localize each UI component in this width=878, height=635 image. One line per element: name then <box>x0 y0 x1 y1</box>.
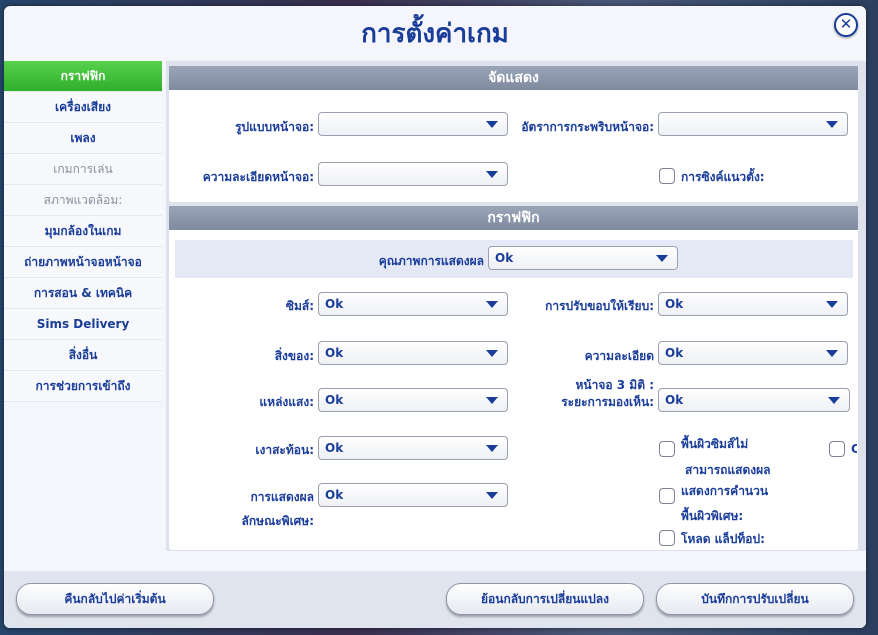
chevron-down-icon <box>486 492 498 499</box>
view-distance-label-2: ระยะการมองเห็น: <box>561 395 654 409</box>
sims-dropdown[interactable]: Ok <box>318 292 508 316</box>
laptop-checkbox[interactable] <box>659 530 675 546</box>
sims-value: Ok <box>325 297 344 311</box>
save-changes-button[interactable]: บันทึกการปรับเปลี่ยน <box>656 583 854 615</box>
reflections-dropdown[interactable]: Ok <box>318 436 508 460</box>
sidebar-item-gameplay: เกมการเล่น <box>4 154 162 185</box>
graphics-panel: กราฟฟิก คุณภาพการแสดงผล Ok ซิมส์: Ok สิ่… <box>169 206 858 550</box>
close-icon[interactable]: ✕ <box>834 13 858 37</box>
objects-value: Ok <box>325 346 344 360</box>
chevron-down-icon <box>656 255 668 262</box>
footer-bar: คืนกลับไปค่าเริ่มต้น ย้อนกลับการเปลี่ยนแ… <box>4 571 866 628</box>
objects-label: สิ่งของ: <box>274 349 314 363</box>
sidebar: กราฟฟิก เครื่องเสียง เพลง เกมการเล่น สภา… <box>4 61 162 551</box>
chevron-down-icon <box>486 445 498 452</box>
extra-checkbox-label: C <box>851 442 857 456</box>
chevron-down-icon <box>826 350 838 357</box>
sims-label: ซิมส์: <box>285 299 314 313</box>
chevron-down-icon <box>826 121 838 128</box>
chevron-down-icon <box>486 121 498 128</box>
vsync-label: การซิงค์แนวตั้ง: <box>681 170 765 184</box>
reflections-label: เงาสะท้อน: <box>255 443 314 457</box>
sim-surface-label-2: สามารถแสดงผล <box>685 463 771 477</box>
calc-label-1: แสดงการคำนวน <box>681 484 769 498</box>
laptop-label: โหลด แล็ปท็อป: <box>681 532 765 546</box>
objects-dropdown[interactable]: Ok <box>318 341 508 365</box>
calc-checkbox[interactable] <box>659 488 675 504</box>
chevron-down-icon <box>486 350 498 357</box>
sidebar-item-environment: สภาพแวดล้อม: <box>4 185 162 216</box>
lighting-label: แหล่งแสง: <box>259 395 314 409</box>
effects-label: การแสดงผล <box>250 490 314 504</box>
view-distance-label-1: หน้าจอ 3 มิติ : <box>575 378 654 392</box>
lighting-value: Ok <box>325 393 344 407</box>
quality-label: คุณภาพการแสดงผล <box>378 254 484 268</box>
resolution-label: ความละเอียดหน้าจอ: <box>202 170 314 184</box>
sidebar-item-audio[interactable]: เครื่องเสียง <box>4 92 162 123</box>
quality-value: Ok <box>495 251 514 265</box>
game-options-dialog: การตั้งค่าเกม ✕ กราฟฟิก เครื่องเสียง เพล… <box>4 6 866 628</box>
calc-label-2: พื้นผิวพิเศษ: <box>681 509 744 523</box>
chevron-down-icon <box>486 171 498 178</box>
reflections-value: Ok <box>325 441 344 455</box>
reset-defaults-button[interactable]: คืนกลับไปค่าเริ่มต้น <box>16 583 214 615</box>
resolution-dropdown[interactable] <box>318 162 508 186</box>
detail-value: Ok <box>665 346 684 360</box>
effects-label-2: ลักษณะพิเศษ: <box>241 514 314 528</box>
sidebar-item-graphics[interactable]: กราฟฟิก <box>4 61 162 92</box>
refresh-rate-label: อัตราการกระพริบหน้าจอ: <box>521 120 654 134</box>
sidebar-item-tutorial[interactable]: การสอน & เทคนิค <box>4 278 162 309</box>
sidebar-item-accessibility[interactable]: การช่วยการเข้าถึง <box>4 371 162 402</box>
effects-value: Ok <box>325 488 344 502</box>
undo-changes-button[interactable]: ย้อนกลับการเปลี่ยนแปลง <box>446 583 644 615</box>
edge-smoothing-dropdown[interactable]: Ok <box>658 292 848 316</box>
screen-mode-label: รูปแบบหน้าจอ: <box>235 120 314 134</box>
sim-surface-label-1: พื้นผิวซิมส์ไม่ <box>681 437 749 451</box>
effects-dropdown[interactable]: Ok <box>318 483 508 507</box>
display-header: จัดแสดง <box>169 66 858 90</box>
sidebar-item-music[interactable]: เพลง <box>4 123 162 154</box>
sidebar-item-screenshots[interactable]: ถ่ายภาพหน้าจอหน้าจอ <box>4 247 162 278</box>
dialog-title: การตั้งค่าเกม <box>361 19 509 49</box>
chevron-down-icon <box>828 397 840 404</box>
vsync-checkbox[interactable] <box>659 168 675 184</box>
display-panel: จัดแสดง รูปแบบหน้าจอ: อัตราการกระพริบหน้… <box>169 66 858 202</box>
settings-content: จัดแสดง รูปแบบหน้าจอ: อัตราการกระพริบหน้… <box>166 61 866 551</box>
chevron-down-icon <box>486 397 498 404</box>
lighting-dropdown[interactable]: Ok <box>318 388 508 412</box>
sidebar-item-other[interactable]: สิ่งอื่น <box>4 340 162 371</box>
extra-checkbox[interactable] <box>829 441 845 457</box>
edge-smoothing-value: Ok <box>665 297 684 311</box>
refresh-rate-dropdown[interactable] <box>658 112 848 136</box>
screen-mode-dropdown[interactable] <box>318 112 508 136</box>
sim-surface-checkbox[interactable] <box>659 441 675 457</box>
quality-dropdown[interactable]: Ok <box>488 246 678 270</box>
view-distance-dropdown[interactable]: Ok <box>658 388 850 412</box>
detail-label: ความละเอียด <box>584 349 654 363</box>
edge-smoothing-label: การปรับขอบให้เรียบ: <box>545 299 654 313</box>
detail-dropdown[interactable]: Ok <box>658 341 848 365</box>
graphics-header: กราฟฟิก <box>169 206 858 230</box>
sidebar-item-camera[interactable]: มุมกล้องในเกม <box>4 216 162 247</box>
chevron-down-icon <box>486 301 498 308</box>
sidebar-item-sims-delivery[interactable]: Sims Delivery <box>4 309 162 340</box>
view-distance-value: Ok <box>665 393 684 407</box>
chevron-down-icon <box>826 301 838 308</box>
